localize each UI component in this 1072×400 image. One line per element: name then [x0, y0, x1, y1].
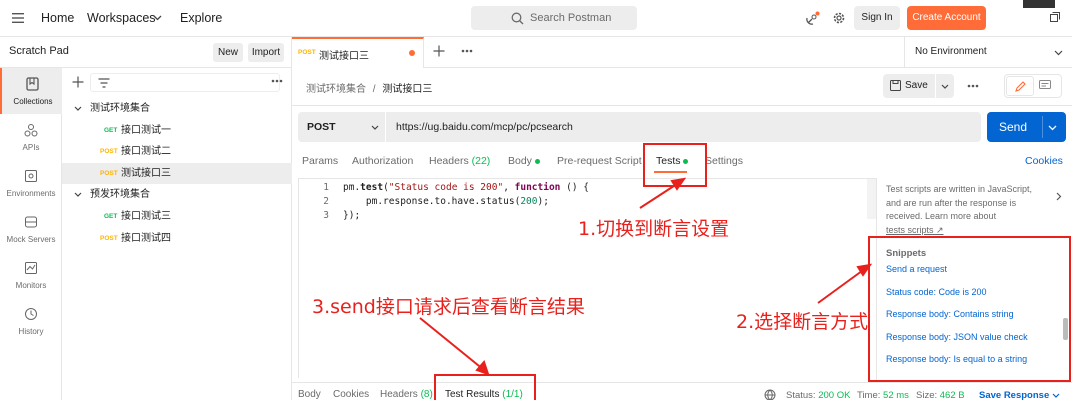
annotation-step2: 2.选择断言方式: [736, 311, 869, 333]
annotation-step3: 3.send接口请求后查看断言结果: [312, 296, 585, 318]
annotation-arrows: [419, 177, 873, 376]
annotation-step1: 1.切换到断言设置: [578, 218, 730, 240]
